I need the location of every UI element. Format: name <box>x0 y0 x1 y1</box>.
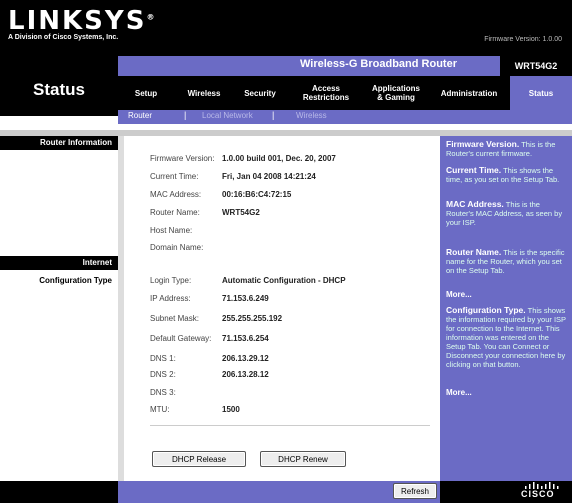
footer-mid <box>118 481 440 503</box>
nav-tab-setup[interactable]: Setup <box>126 76 166 110</box>
dhcp-release-button[interactable]: DHCP Release <box>152 451 246 467</box>
mtu-value: 1500 <box>222 405 240 414</box>
dns3-label: DNS 3: <box>150 388 176 397</box>
main-nav: Setup Wireless Security Access Restricti… <box>118 76 572 110</box>
subtab-router[interactable]: Router <box>128 111 152 120</box>
help-configuration-type: Configuration Type. This shows the infor… <box>446 305 566 370</box>
subnet-mask-label: Subnet Mask: <box>150 314 199 323</box>
help-firmware: Firmware Version. This is the Router's c… <box>446 139 556 159</box>
subnet-mask-value: 255.255.255.192 <box>222 314 283 323</box>
help-mac-address: MAC Address. This is the Router's MAC Ad… <box>446 199 563 228</box>
dns2-value: 206.13.28.12 <box>222 370 269 379</box>
domain-name-label: Domain Name: <box>150 243 204 252</box>
current-time-value: Fri, Jan 04 2008 14:21:24 <box>222 172 316 181</box>
section-router-information: Router Information <box>0 136 118 150</box>
login-type-value: Automatic Configuration - DHCP <box>222 276 346 285</box>
current-time-label: Current Time: <box>150 172 199 181</box>
router-name-value: WRT54G2 <box>222 208 260 217</box>
label-configuration-type: Configuration Type <box>39 276 112 285</box>
mac-address-label: MAC Address: <box>150 190 202 199</box>
subtab-separator: | <box>272 110 275 120</box>
login-type-label: Login Type: <box>150 276 192 285</box>
dhcp-renew-button[interactable]: DHCP Renew <box>260 451 346 467</box>
ip-address-label: IP Address: <box>150 294 191 303</box>
help-current-time: Current Time. This shows the time, as yo… <box>446 165 560 185</box>
dns1-label: DNS 1: <box>150 354 176 363</box>
host-name-label: Host Name: <box>150 226 193 235</box>
nav-tab-administration[interactable]: Administration <box>432 76 506 110</box>
linksys-logo: LINKSYS® <box>8 6 157 36</box>
model-number: WRT54G2 <box>500 56 572 76</box>
router-name-label: Router Name: <box>150 208 200 217</box>
subtab-separator: | <box>184 110 187 120</box>
nav-tab-applications-gaming[interactable]: Applications & Gaming <box>366 76 426 110</box>
cisco-logo: CISCO <box>521 489 555 499</box>
section-internet: Internet <box>0 256 118 270</box>
default-gateway-label: Default Gateway: <box>150 334 212 343</box>
left-column: Router Information Internet Configuratio… <box>0 136 118 481</box>
dns2-label: DNS 2: <box>150 370 176 379</box>
help-more-link[interactable]: More... <box>446 388 472 397</box>
help-router-name: Router Name. This is the specific name f… <box>446 247 565 276</box>
sub-nav: Router | Local Network | Wireless <box>118 110 572 124</box>
page-title: Status <box>33 80 85 99</box>
firmware-label: Firmware Version: <box>150 154 215 163</box>
product-name: Wireless-G Broadband Router <box>300 58 457 70</box>
help-more-link[interactable]: More... <box>446 290 472 299</box>
default-gateway-value: 71.153.6.254 <box>222 334 269 343</box>
subtab-wireless[interactable]: Wireless <box>296 111 327 120</box>
divider <box>150 425 430 426</box>
firmware-version-top: Firmware Version: 1.0.00 <box>484 36 562 43</box>
logo-subtitle: A Division of Cisco Systems, Inc. <box>8 34 119 41</box>
nav-tab-status[interactable]: Status <box>510 76 572 110</box>
subtab-local-network[interactable]: Local Network <box>202 111 253 120</box>
mac-address-value: 00:16:B6:C4:72:15 <box>222 190 292 199</box>
content-main <box>124 136 440 481</box>
refresh-button[interactable]: Refresh <box>393 483 437 499</box>
nav-tab-security[interactable]: Security <box>238 76 282 110</box>
dns1-value: 206.13.29.12 <box>222 354 269 363</box>
footer-left <box>0 481 118 503</box>
mtu-label: MTU: <box>150 405 170 414</box>
firmware-value: 1.0.00 build 001, Dec. 20, 2007 <box>222 154 336 163</box>
ip-address-value: 71.153.6.249 <box>222 294 269 303</box>
nav-tab-wireless[interactable]: Wireless <box>182 76 226 110</box>
nav-tab-access-restrictions[interactable]: Access Restrictions <box>294 76 358 110</box>
